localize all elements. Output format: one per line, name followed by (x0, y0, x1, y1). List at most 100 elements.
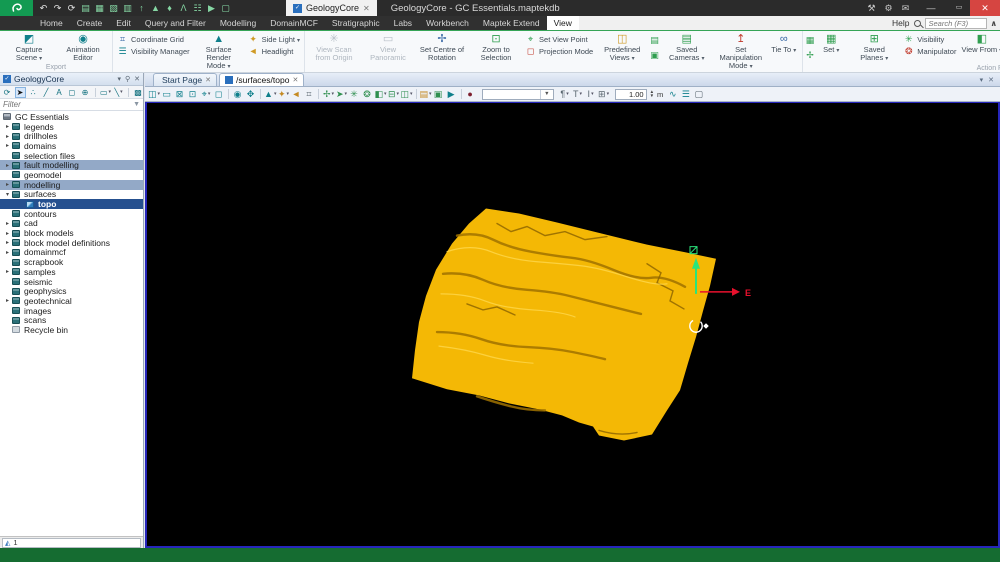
display-list-icon[interactable]: ☰ (680, 88, 692, 100)
report-icon[interactable]: ▤ (79, 2, 92, 15)
menu-item[interactable]: Create (70, 16, 110, 30)
tree-item[interactable]: ▸ geotechnical (0, 296, 143, 306)
structure-icon[interactable]: ☷ (191, 2, 204, 15)
set-action-plane-button[interactable]: ▦ Set (815, 32, 847, 55)
tree-item[interactable]: ▸ legends (0, 122, 143, 132)
menu-item[interactable]: Stratigraphic (325, 16, 387, 30)
slice-tool-icon[interactable]: ╲ ▾ (113, 87, 124, 98)
surface-render-mode-icon[interactable]: ▲ ▾ (264, 88, 276, 100)
camera-tool-icon[interactable]: ▤ (650, 34, 659, 47)
visibility-manager-button[interactable]: ☰ Visibility Manager (115, 46, 192, 57)
tree-item[interactable]: ▸ fault modelling (0, 160, 143, 170)
new-window-icon[interactable]: ▢ (693, 88, 705, 100)
legend-display-icon[interactable]: ⊞ ▾ (598, 88, 610, 100)
saved-cameras-icon[interactable]: ▭ (161, 88, 173, 100)
expander-icon[interactable]: ▸ (3, 162, 12, 169)
tools-icon[interactable]: ⚒ (863, 0, 880, 16)
separator[interactable] (128, 87, 129, 97)
tree-item[interactable]: selection files (0, 151, 143, 161)
projection-mode-icon[interactable]: ◻ (213, 88, 225, 100)
tree-item[interactable]: geomodel (0, 170, 143, 180)
tree-item[interactable]: scans (0, 315, 143, 325)
rect-select-icon[interactable]: ◻ (67, 87, 78, 98)
tree-item[interactable]: GC Essentials (0, 112, 143, 122)
coordinate-grid-button[interactable]: ⌗ Coordinate Grid (115, 34, 192, 45)
surface-render-mode-button[interactable]: ▲ Surface Render Mode (192, 32, 246, 71)
menu-item[interactable]: Edit (109, 16, 138, 30)
scale-spinner[interactable]: 1.00 (614, 88, 647, 100)
headlight-button[interactable]: ◄ Headlight (246, 46, 302, 57)
expander-icon[interactable]: ▸ (3, 268, 12, 275)
tree-item[interactable]: ▸ modelling (0, 180, 143, 190)
minimize-button[interactable]: — (920, 0, 942, 16)
menu-item[interactable]: Modelling (213, 16, 263, 30)
image-tool-icon[interactable]: ▩ (133, 87, 144, 98)
sync-icon[interactable]: ⟳ (2, 87, 13, 98)
zoom-select-icon[interactable]: ⊕ (80, 87, 91, 98)
snap-settings-icon[interactable]: ∿ (667, 88, 679, 100)
separator[interactable] (260, 89, 262, 99)
tree-item[interactable]: contours (0, 209, 143, 219)
side-light-button[interactable]: ✦ Side Light (246, 34, 302, 45)
menu-item[interactable]: DomainMCF (263, 16, 325, 30)
tree-item[interactable]: geophysics (0, 286, 143, 296)
restore-button[interactable]: ▭ (948, 0, 970, 16)
separator[interactable] (228, 89, 230, 99)
terrain-icon[interactable]: ▲ (149, 2, 162, 15)
shape-tool-icon[interactable]: ▭ ▾ (100, 87, 111, 98)
select-line-icon[interactable]: ╱ (41, 87, 52, 98)
projection-mode-button[interactable]: ◻ Projection Mode (523, 46, 595, 57)
expander-icon[interactable]: ▸ (3, 239, 12, 246)
close-icon[interactable]: ✕ (134, 75, 140, 83)
document-tab[interactable]: ✓ GeologyCore ✕ (286, 0, 377, 16)
collapse-ribbon-icon[interactable]: ∧ (991, 19, 998, 28)
set-view-point-icon[interactable]: ⌖ ▾ (200, 88, 212, 100)
view-from-button[interactable]: ◧ View From (958, 32, 1000, 55)
tree-item[interactable]: Recycle bin (0, 325, 143, 335)
capture-scene-icon[interactable]: ▣ (433, 88, 445, 100)
centre-of-rotation-icon[interactable]: ◉ (232, 88, 244, 100)
action-plane-set-icon[interactable]: ◧ ▾ (374, 88, 386, 100)
text-size-icon[interactable]: T ▾ (572, 88, 584, 100)
redo-icon[interactable]: ↷ (51, 2, 64, 15)
filter-input[interactable] (0, 100, 134, 109)
separator[interactable] (95, 87, 96, 97)
tree-item[interactable]: seismic (0, 277, 143, 287)
tree-item[interactable]: ▸ cad (0, 218, 143, 228)
animation-play-icon[interactable]: ▶ (446, 88, 458, 100)
person-icon[interactable]: Λ (177, 2, 190, 15)
window-icon[interactable]: ▢ (219, 2, 232, 15)
separator[interactable] (460, 89, 462, 99)
saved-planes-button[interactable]: ⊞ Saved Planes (847, 32, 901, 63)
tree-item[interactable]: ▾ surfaces (0, 189, 143, 199)
select-cursor-icon[interactable]: ➤ (15, 86, 26, 98)
expander-icon[interactable]: ▸ (3, 181, 12, 188)
pin-icon[interactable]: ⚲ (125, 75, 130, 83)
help-link[interactable]: Help (892, 18, 909, 28)
manipulator-icon[interactable]: ❂ (361, 88, 373, 100)
expander-icon[interactable]: ▾ (3, 191, 12, 198)
expander-icon[interactable]: ▸ (3, 142, 12, 149)
pan-view-icon[interactable]: ✥ (245, 88, 257, 100)
menu-item[interactable]: Query and Filter (138, 16, 213, 30)
expander-icon[interactable]: ▸ (3, 133, 12, 140)
animation-editor-button[interactable]: ◉ Animation Editor (56, 32, 110, 62)
manipulator-button[interactable]: ❂ Manipulator (901, 46, 958, 57)
chevron-down-icon[interactable]: ▾ (980, 76, 984, 84)
visibility-button[interactable]: ✳ Visibility (901, 34, 958, 45)
zoom-selection-icon[interactable]: ⊡ (187, 88, 199, 100)
coordinate-grid-icon[interactable]: ⌗ (303, 88, 315, 100)
menu-item[interactable]: View (546, 16, 579, 30)
record-icon[interactable]: ● (465, 88, 477, 100)
tree-item[interactable]: ▸ samples (0, 267, 143, 277)
menu-item[interactable]: Workbench (419, 16, 476, 30)
tie-to-button[interactable]: ∞ Tie To (768, 32, 800, 55)
close-icon[interactable]: ✕ (205, 76, 211, 84)
camera-tool-icon[interactable]: ▣ (650, 49, 659, 62)
separator[interactable] (415, 89, 417, 99)
saved-cameras-button[interactable]: ▤ Saved Cameras (660, 32, 714, 63)
view-tab[interactable]: Start Page ✕ (153, 73, 218, 86)
table-icon[interactable]: ▦ (93, 2, 106, 15)
tree-item[interactable]: scrapbook (0, 257, 143, 267)
export-table-icon[interactable]: ▧ (107, 2, 120, 15)
